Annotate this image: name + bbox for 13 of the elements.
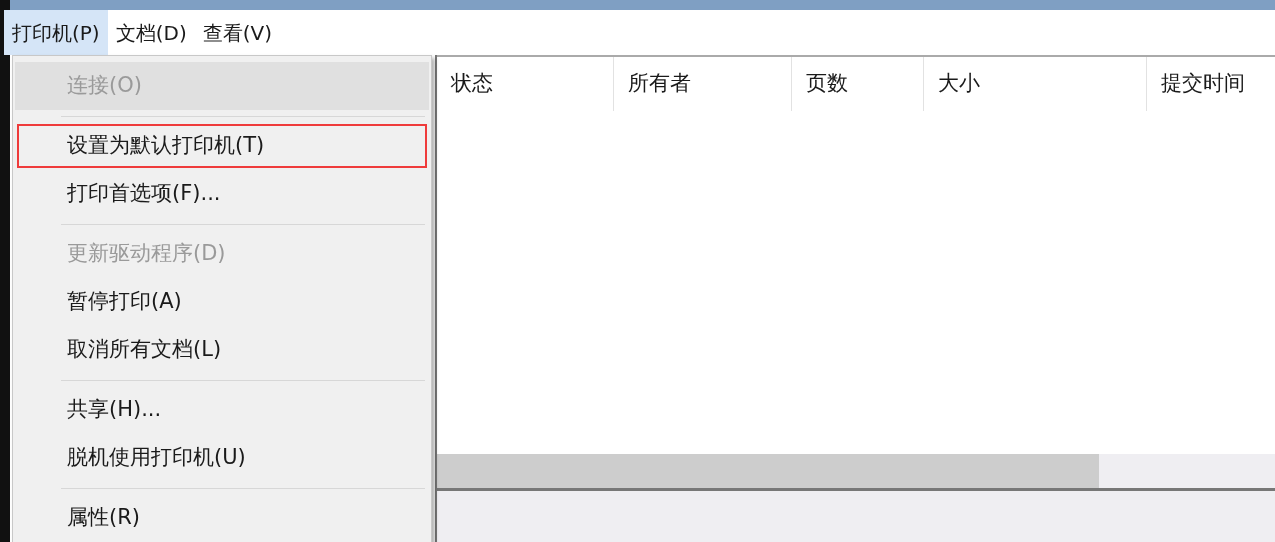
menu-bar-item[interactable]: 打印机(P) [4,10,108,55]
menu-bar-item[interactable]: 文档(D) [107,10,195,55]
menu-item[interactable]: 脱机使用打印机(U) [15,434,429,482]
menu-item[interactable]: 暂停打印(A) [15,278,429,326]
menu-bar-item[interactable]: 查看(V) [194,10,280,55]
menu-item[interactable]: 共享(H)... [15,386,429,434]
menu-item[interactable]: 取消所有文档(L) [15,326,429,374]
horizontal-scrollbar[interactable] [437,454,1275,488]
scrollbar-thumb[interactable] [437,454,1099,488]
column-header[interactable]: 提交时间 [1147,57,1275,111]
menu-item[interactable]: 设置为默认打印机(T) [15,122,429,170]
menu-item[interactable]: 属性(R) [15,494,429,542]
menu-item[interactable]: 打印首选项(F)... [15,170,429,218]
